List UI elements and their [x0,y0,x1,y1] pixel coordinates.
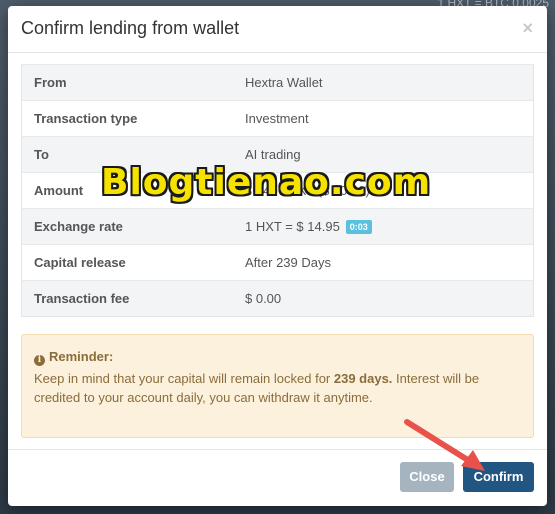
modal-header: Confirm lending from wallet × [8,6,547,53]
exchange-rate-text: 1 HXT = $ 14.95 [245,218,340,234]
close-icon[interactable]: × [522,18,533,39]
row-value-exchange-rate: 1 HXT = $ 14.95 0:03 [233,208,534,245]
table-row: Transaction fee $ 0.00 [21,280,534,317]
table-row: Exchange rate 1 HXT = $ 14.95 0:03 [21,208,534,245]
pointer-arrow-icon [404,419,485,471]
reminder-locked-days: 239 days. [333,371,393,386]
table-row: Capital release After 239 Days [21,244,534,281]
row-label-capital-release: Capital release [21,244,233,281]
info-icon: i [34,355,45,366]
rate-timer-badge: 0:03 [345,220,372,235]
row-value-from: Hextra Wallet [233,64,534,101]
reminder-body: Keep in mind that your capital will rema… [34,369,521,407]
reminder-title: Reminder: [49,349,114,364]
row-label-transaction-fee: Transaction fee [21,280,233,317]
reminder-text-before: Keep in mind that your capital will rema… [34,371,334,386]
row-value-capital-release: After 239 Days [233,244,534,281]
row-label-transaction-type: Transaction type [21,100,233,137]
modal-title: Confirm lending from wallet [21,18,240,38]
table-row: Transaction type Investment [21,100,534,137]
row-value-transaction-fee: $ 0.00 [233,280,534,317]
row-label-from: From [21,64,233,101]
row-label-exchange-rate: Exchange rate [21,208,233,245]
reminder-title-row: i Reminder: [34,347,521,366]
confirm-lending-modal: Confirm lending from wallet × From Hextr… [8,6,547,506]
watermark: Blogtienao.com [101,162,432,203]
row-value-transaction-type: Investment [233,100,534,137]
table-row: From Hextra Wallet [21,64,534,101]
